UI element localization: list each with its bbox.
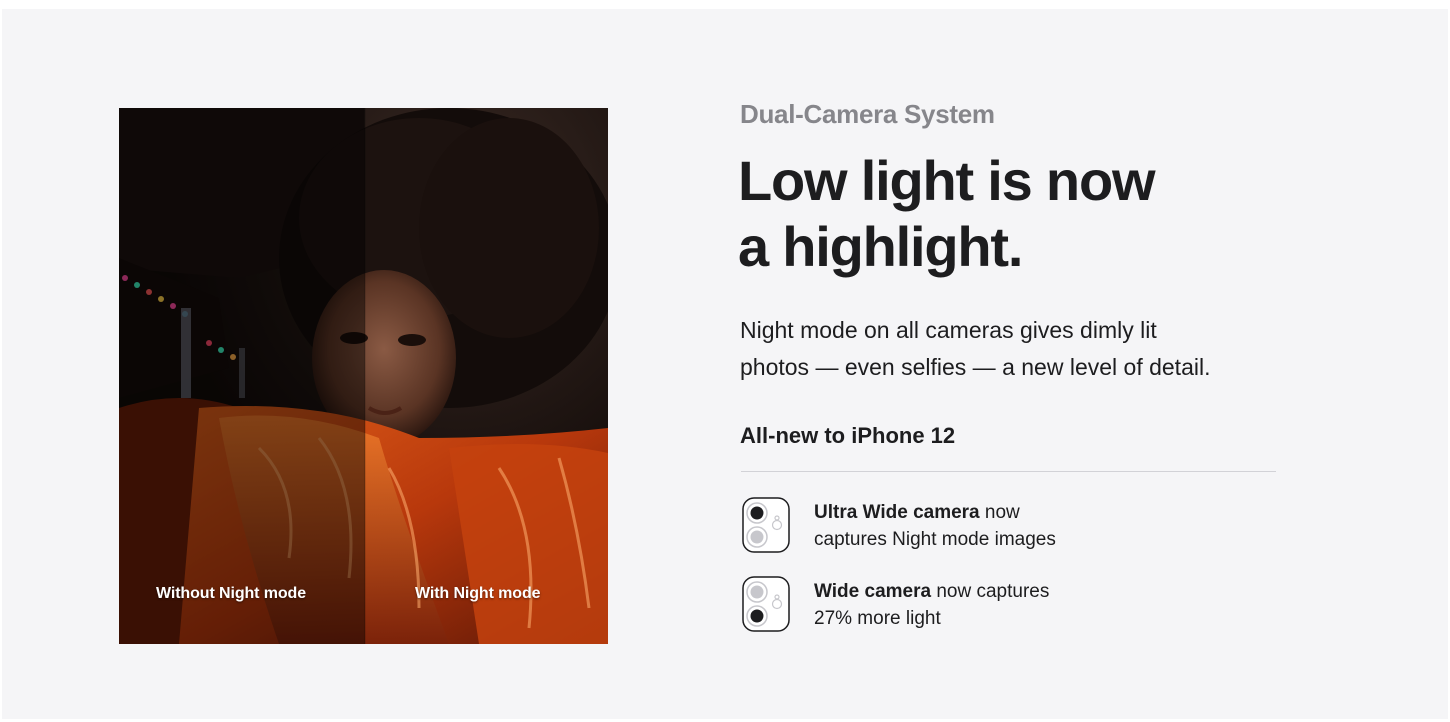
feature-wide-rest: now captures <box>931 581 1050 602</box>
feature-ultra-wide-line-2: captures Night mode images <box>814 529 1056 550</box>
headline: Low light is now a highlight. <box>738 148 1338 280</box>
feature-ultra-wide-text: Ultra Wide camera now captures Night mod… <box>814 499 1056 553</box>
night-mode-comparison-photo <box>119 108 608 644</box>
feature-wide-text: Wide camera now captures 27% more light <box>814 578 1049 632</box>
body-copy: Night mode on all cameras gives dimly li… <box>740 312 1320 386</box>
headline-line-1: Low light is now <box>738 149 1156 212</box>
feature-ultra-wide: Ultra Wide camera now captures Night mod… <box>741 496 1301 556</box>
feature-ultra-wide-rest: now <box>979 502 1020 523</box>
eyebrow-heading: Dual-Camera System <box>740 99 995 129</box>
feature-wide-title: Wide camera <box>814 581 932 602</box>
headline-line-2: a highlight. <box>738 215 1023 278</box>
with-night-mode-label: With Night mode <box>415 585 541 602</box>
wide-camera-icon <box>741 575 791 633</box>
body-line-2: photos — even selfies — a new level of d… <box>740 354 1211 380</box>
ultra-wide-camera-icon <box>741 496 791 554</box>
comparison-photo-art <box>119 108 608 644</box>
divider <box>741 471 1276 472</box>
feature-list-heading: All-new to iPhone 12 <box>740 423 956 448</box>
feature-wide-line-2: 27% more light <box>814 608 941 629</box>
body-line-1: Night mode on all cameras gives dimly li… <box>740 317 1157 343</box>
feature-ultra-wide-title: Ultra Wide camera <box>814 502 980 523</box>
without-night-mode-label: Without Night mode <box>156 585 307 602</box>
feature-wide: Wide camera now captures 27% more light <box>741 575 1301 635</box>
